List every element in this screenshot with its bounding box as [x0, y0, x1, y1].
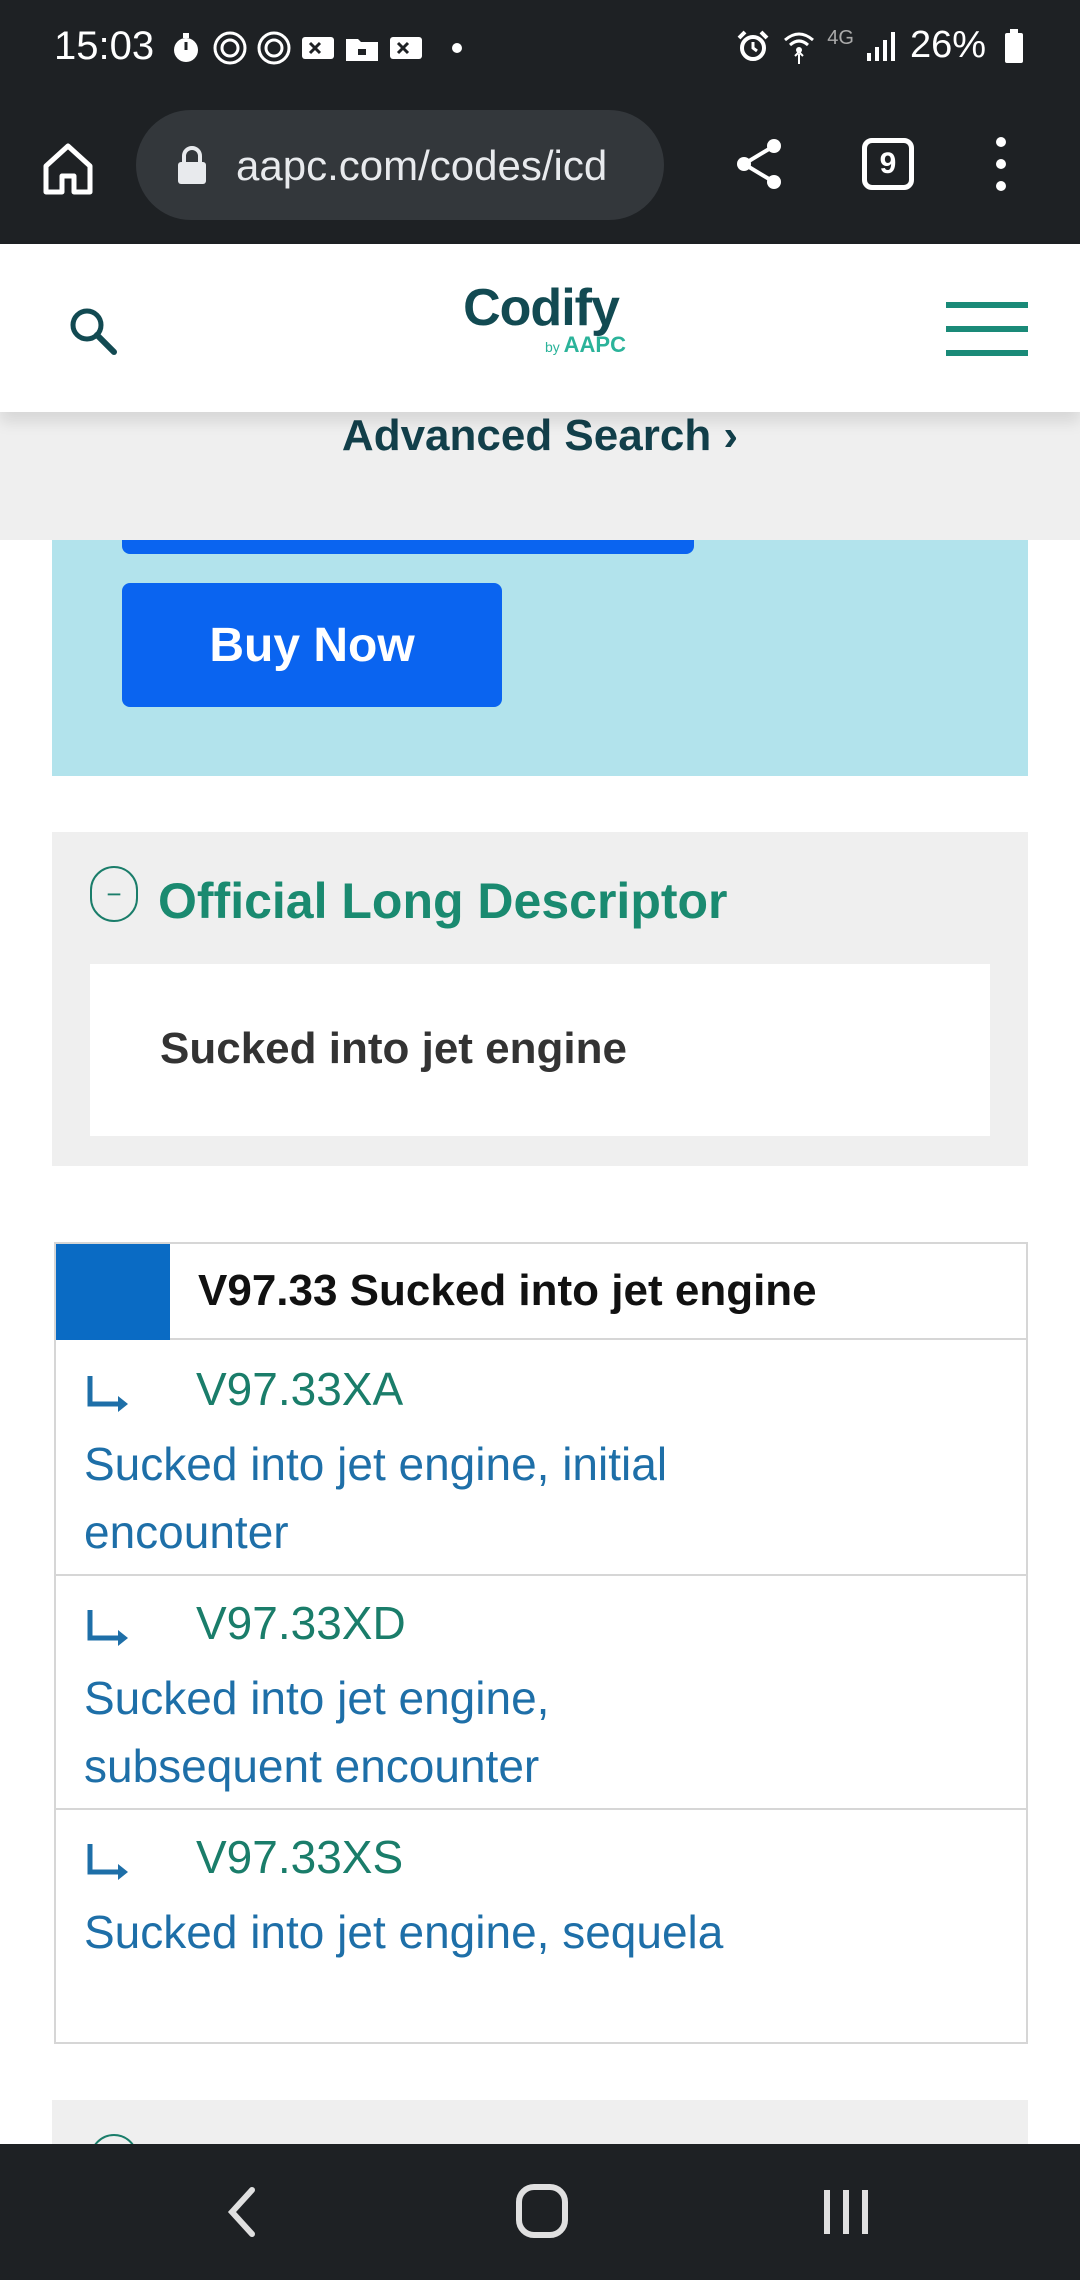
logo-wordmark: Codify — [463, 279, 620, 337]
lock-icon — [176, 146, 208, 184]
folder-icon — [344, 30, 380, 66]
promo-box: Buy Now — [52, 540, 1028, 776]
video-icon — [300, 30, 336, 66]
sub-arrow-icon — [84, 1842, 132, 1882]
code-table: V97.33 Sucked into jet engine V97.33XA S… — [54, 1242, 1028, 2044]
code-link[interactable]: V97.33XD — [196, 1596, 406, 1650]
share-icon[interactable] — [730, 134, 790, 194]
battery-icon — [996, 28, 1032, 64]
code-table-header: V97.33 Sucked into jet engine — [56, 1244, 1026, 1340]
timer-icon — [168, 30, 204, 66]
wifi-icon — [781, 28, 817, 64]
code-color-square — [56, 1244, 170, 1340]
system-nav-bar — [0, 2144, 1080, 2280]
notification-icons — [168, 30, 462, 66]
browser-toolbar: aapc.com/codes/icd 9 — [0, 100, 1080, 244]
advanced-search-link[interactable]: Advanced Search › — [0, 414, 1080, 458]
code-row[interactable]: V97.33XD Sucked into jet engine, subsequ… — [56, 1576, 1026, 1810]
collapse-icon[interactable]: − — [90, 866, 138, 922]
tab-switcher-button[interactable]: 9 — [862, 138, 914, 190]
back-icon[interactable] — [222, 2184, 262, 2240]
advanced-search-band: Advanced Search › — [0, 412, 1080, 540]
network-type: 4G — [827, 27, 854, 49]
promo-button-partial[interactable] — [122, 540, 694, 554]
code-table-title: V97.33 Sucked into jet engine — [198, 1266, 817, 1315]
code-link[interactable]: V97.33XA — [196, 1362, 403, 1416]
home-icon[interactable] — [36, 136, 100, 200]
nav-home-icon[interactable] — [516, 2184, 568, 2238]
record-icon — [212, 30, 248, 66]
descriptor-body: Sucked into jet engine — [90, 964, 990, 1136]
record-icon — [256, 30, 292, 66]
url-text: aapc.com/codes/icd — [236, 142, 608, 189]
codify-logo[interactable]: Codify by AAPC — [456, 280, 626, 358]
video-icon — [388, 30, 424, 66]
next-section-partial — [52, 2100, 1028, 2144]
long-descriptor-section: − Official Long Descriptor Sucked into j… — [52, 832, 1028, 1166]
code-row[interactable]: V97.33XS Sucked into jet engine, sequela — [56, 1810, 1026, 2044]
sub-arrow-icon — [84, 1374, 132, 1414]
alarm-icon — [735, 28, 771, 64]
logo-by: by — [544, 339, 560, 355]
more-notifications-dot — [452, 43, 462, 53]
battery-percent: 26% — [909, 24, 986, 66]
recents-icon[interactable] — [820, 2188, 872, 2236]
descriptor-text: Sucked into jet engine — [160, 1024, 627, 1073]
descriptor-title[interactable]: Official Long Descriptor — [158, 872, 728, 930]
code-description-link[interactable]: Sucked into jet engine, sequela — [84, 1898, 744, 1966]
system-icons: 4G 26% — [735, 24, 1032, 67]
buy-now-button[interactable]: Buy Now — [122, 583, 502, 707]
address-bar[interactable]: aapc.com/codes/icd — [136, 110, 664, 220]
status-bar: 15:03 4G 26% — [0, 0, 1080, 100]
status-time: 15:03 — [54, 24, 155, 68]
code-row[interactable]: V97.33XA Sucked into jet engine, initial… — [56, 1342, 1026, 1576]
code-link[interactable]: V97.33XS — [196, 1830, 403, 1884]
hamburger-menu-icon[interactable] — [946, 302, 1028, 358]
code-description-link[interactable]: Sucked into jet engine, initial encounte… — [84, 1430, 744, 1566]
more-options-icon[interactable] — [986, 134, 1016, 194]
logo-brand: AAPC — [563, 332, 626, 357]
site-header: Codify by AAPC — [0, 244, 1080, 412]
expand-icon[interactable] — [90, 2134, 138, 2144]
signal-icon — [864, 28, 900, 64]
code-description-link[interactable]: Sucked into jet engine, subsequent encou… — [84, 1664, 744, 1800]
search-icon[interactable] — [66, 304, 120, 358]
sub-arrow-icon — [84, 1608, 132, 1648]
